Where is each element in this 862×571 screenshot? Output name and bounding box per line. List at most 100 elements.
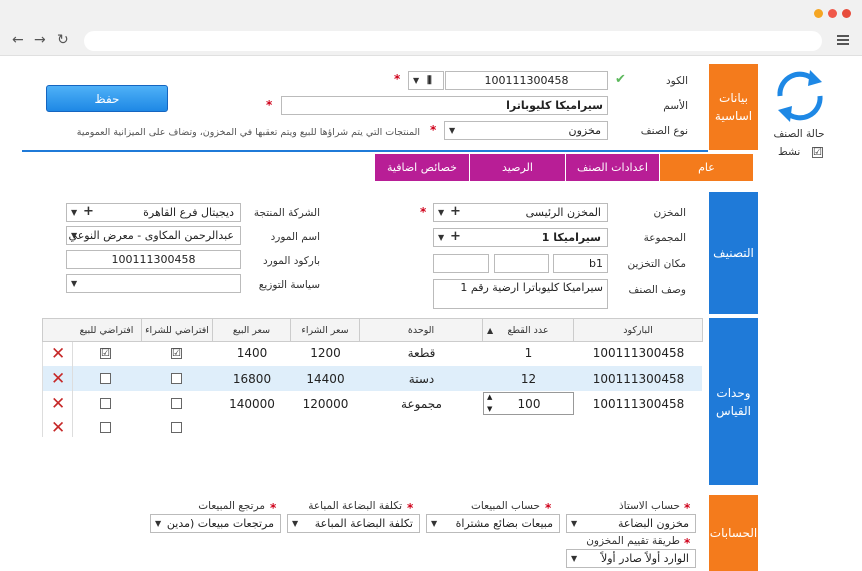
col-sell-price[interactable]: سعر البيع [213, 318, 291, 342]
distribution-select[interactable]: ▼ [66, 274, 241, 293]
row4-default-buy-checkbox[interactable] [171, 422, 182, 433]
row4-delete-icon[interactable]: ✕ [51, 420, 65, 437]
returns-label: مرتجع المبيعات [198, 500, 265, 512]
back-icon[interactable]: ← [12, 32, 24, 48]
col-default-buy[interactable]: افتراضي للشراء [142, 318, 213, 342]
row2-buy[interactable]: 14400 [291, 372, 360, 386]
cogs-select[interactable]: ▼ تكلفة البضاعة المباعة [287, 514, 420, 533]
location-input-1[interactable]: b1 [553, 254, 608, 273]
row2-barcode[interactable]: 100111300458 [574, 372, 703, 386]
code-required-icon: * [394, 72, 401, 86]
inventory-select[interactable]: ▼ مخزون البضاعة [566, 514, 696, 533]
stepper-up-icon[interactable]: ▲ [487, 393, 492, 401]
supplier-select[interactable]: ▼ عبدالرحمن المكاوى - معرض النوعي [66, 226, 241, 245]
row3-unit[interactable]: مجموعة [360, 397, 483, 411]
group-select[interactable]: ▼ + سيراميكا 1 [433, 228, 608, 247]
inventory-label: حساب الاستاذ [618, 500, 680, 512]
name-input[interactable]: سيراميكا كليوباترا [281, 96, 608, 115]
tab-general[interactable]: عام [660, 154, 753, 181]
type-hint: المنتجات التي يتم شراؤها للبيع ويتم تعقب… [76, 127, 420, 138]
stepper-down-icon[interactable]: ▼ [487, 405, 492, 413]
col-count[interactable]: ▲ عدد القطع [483, 318, 574, 342]
row3-count: 100 [517, 397, 541, 411]
warehouse-required-icon: * [420, 205, 427, 219]
active-label: نشط [778, 146, 801, 158]
row2-delete-icon[interactable]: ✕ [51, 371, 65, 388]
row3-default-sell-checkbox[interactable] [100, 398, 111, 409]
forward-icon[interactable]: → [34, 32, 46, 48]
supplier-barcode-input[interactable]: 100111300458 [66, 250, 241, 269]
company-label: الشركة المنتجة [253, 207, 320, 219]
code-label: الكود [665, 75, 688, 87]
location-label: مكان التخزين [627, 258, 686, 270]
row1-buy[interactable]: 1200 [291, 346, 360, 360]
distribution-label: سياسة التوزيع [258, 279, 320, 291]
type-label: نوع الصنف [640, 125, 688, 137]
col-buy-price[interactable]: سعر الشراء [291, 318, 360, 342]
minimize-dot[interactable] [814, 9, 823, 18]
cogs-required-icon: * [407, 501, 414, 515]
row2-default-sell-checkbox[interactable] [100, 373, 111, 384]
grid-line [42, 342, 43, 437]
row1-default-sell-checkbox[interactable]: ☑ [100, 348, 111, 359]
menu-icon[interactable] [837, 35, 849, 45]
row2-unit[interactable]: دستة [360, 372, 483, 386]
type-select[interactable]: ▼ مخزون [444, 121, 608, 140]
tab-balance[interactable]: الرصيد [470, 154, 565, 181]
returns-required-icon: * [270, 501, 277, 515]
supplier-label: اسم المورد [270, 231, 320, 243]
row4-default-sell-checkbox[interactable] [100, 422, 111, 433]
valuation-label: طريقة تقييم المخزون [586, 535, 680, 547]
address-bar[interactable] [84, 31, 822, 51]
classification-section-title: التصنيف [709, 192, 758, 314]
valuation-select[interactable]: ▼ الوارد أولاً صادر أولاً [566, 549, 696, 568]
sales-select[interactable]: ▼ مبيعات بضائع مشتراة [426, 514, 560, 533]
supplier-barcode-label: باركود المورد [263, 255, 320, 267]
row1-barcode[interactable]: 100111300458 [574, 346, 703, 360]
row2-sell[interactable]: 16800 [213, 372, 291, 386]
code-barcode-button[interactable]: ▼ ⦀ [408, 71, 444, 90]
row3-barcode[interactable]: 100111300458 [574, 397, 703, 411]
accounts-section-title: الحسابات [709, 495, 758, 571]
browser-chrome: ← → ↻ [0, 0, 862, 56]
active-checkbox[interactable]: ☑ [812, 147, 823, 158]
tab-item-settings[interactable]: اعدادات الصنف [566, 154, 659, 181]
row3-count-stepper[interactable]: ▲ ▼ 100 [483, 392, 574, 415]
save-button[interactable]: حفظ [46, 85, 168, 112]
refresh-icon[interactable] [770, 66, 830, 126]
row1-unit[interactable]: قطعة [360, 346, 483, 360]
row3-sell[interactable]: 140000 [213, 397, 291, 411]
desc-textarea[interactable]: سيراميكا كليوباترا ارضية رقم 1 [433, 279, 608, 309]
code-input[interactable]: 100111300458 [445, 71, 608, 90]
warehouse-select[interactable]: ▼ + المخزن الرئيسى [433, 203, 608, 222]
row2-count[interactable]: 12 [483, 372, 574, 386]
check-icon: ✔ [615, 72, 626, 87]
name-required-icon: * [266, 98, 273, 112]
row1-sell[interactable]: 1400 [213, 346, 291, 360]
row3-default-buy-checkbox[interactable] [171, 398, 182, 409]
row1-delete-icon[interactable]: ✕ [51, 346, 65, 363]
col-barcode[interactable]: الباركود [574, 318, 703, 342]
desc-label: وصف الصنف [628, 284, 686, 296]
row2-default-buy-checkbox[interactable] [171, 373, 182, 384]
name-label: الأسم [663, 100, 688, 112]
tab-extra-properties[interactable]: خصائص اضافية [375, 154, 469, 181]
maximize-dot[interactable] [828, 9, 837, 18]
company-select[interactable]: ▼ + ديجيتال فرع القاهرة [66, 203, 241, 222]
returns-select[interactable]: ▼ مرتجعات مبيعات (مدين [150, 514, 281, 533]
reload-icon[interactable]: ↻ [57, 32, 69, 48]
col-unit[interactable]: الوحدة [360, 318, 483, 342]
location-input-3[interactable] [433, 254, 489, 273]
basic-divider [22, 150, 708, 152]
row3-delete-icon[interactable]: ✕ [51, 396, 65, 413]
location-input-2[interactable] [494, 254, 549, 273]
row3-buy[interactable]: 120000 [291, 397, 360, 411]
row1-default-buy-checkbox[interactable]: ☑ [171, 348, 182, 359]
warehouse-label: المخزن [653, 207, 686, 219]
cogs-label: تكلفة البضاعة المباعة [308, 500, 402, 512]
close-dot[interactable] [842, 9, 851, 18]
inventory-required-icon: * [684, 501, 691, 515]
row1-count[interactable]: 1 [483, 346, 574, 360]
col-default-sell[interactable]: افتراضي للبيع [72, 318, 142, 342]
type-required-icon: * [430, 123, 437, 137]
